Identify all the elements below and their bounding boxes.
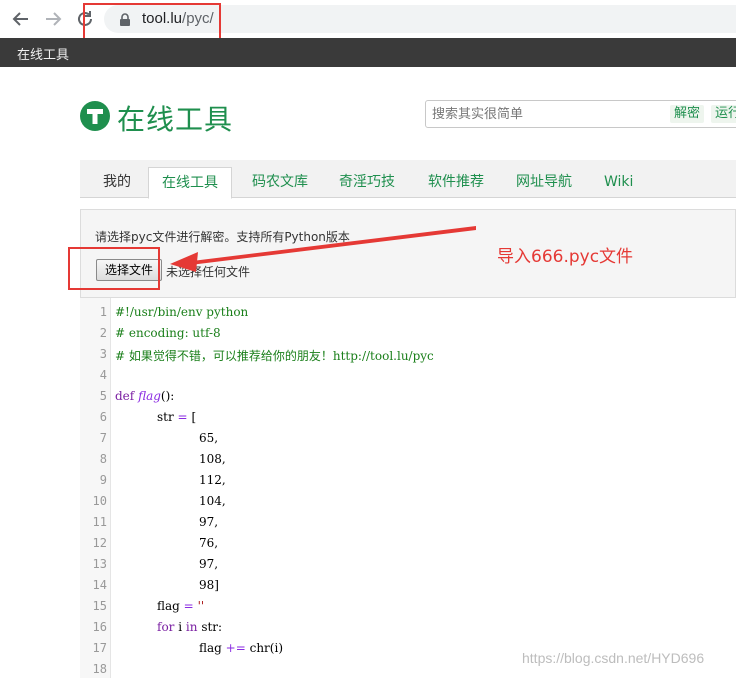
code-operator: =	[183, 599, 194, 613]
code-function-name: flag	[138, 389, 161, 403]
code-line: 76,	[199, 536, 219, 550]
code-keyword: in	[185, 620, 198, 634]
line-number: 8	[99, 452, 107, 466]
code-keyword: def	[115, 389, 135, 403]
code-variable: i	[178, 620, 183, 634]
code-line: # 如果觉得不错，可以推荐给你的朋友！http://tool.lu/pyc	[115, 349, 434, 363]
code-text: ():	[160, 389, 175, 403]
code-line: flag = ''	[157, 599, 204, 613]
line-number: 12	[92, 536, 107, 550]
code-operator: +=	[225, 641, 246, 655]
line-number: 16	[92, 620, 107, 634]
annotation-text: 导入666.pyc文件	[497, 247, 634, 267]
code-text: str:	[201, 620, 223, 634]
line-number: 1	[99, 305, 107, 319]
code-line: #!/usr/bin/env python	[115, 305, 249, 319]
code-line: 112,	[199, 473, 226, 487]
code-keyword: for	[157, 620, 175, 634]
line-number: 18	[92, 662, 107, 676]
line-number: 4	[99, 368, 107, 382]
code-line: str = [	[157, 410, 196, 424]
code-variable: flag	[199, 641, 222, 655]
code-variable: flag	[157, 599, 180, 613]
code-text: [	[191, 410, 197, 424]
code-line: def flag():	[115, 389, 174, 403]
line-number: 7	[99, 431, 107, 445]
line-number: 6	[99, 410, 107, 424]
line-number: 5	[99, 389, 107, 403]
code-line: for i in str:	[157, 620, 222, 634]
code-text: chr(i)	[249, 641, 283, 655]
watermark: https://blog.csdn.net/HYD696	[522, 650, 705, 666]
line-number: 11	[92, 515, 107, 529]
code-line: # encoding: utf-8	[115, 326, 221, 340]
line-number: 17	[92, 641, 107, 655]
code-line: 97,	[199, 557, 219, 571]
line-number: 9	[99, 473, 107, 487]
line-number: 15	[92, 599, 107, 613]
line-number: 14	[92, 578, 107, 592]
code-operator: =	[177, 410, 188, 424]
code-line: 65,	[199, 431, 219, 445]
code-line: flag += chr(i)	[199, 641, 283, 655]
code-string: ''	[197, 599, 205, 613]
line-number: 10	[92, 494, 107, 508]
code-variable: str	[157, 410, 174, 424]
line-number: 3	[99, 347, 107, 361]
line-number: 13	[92, 557, 107, 571]
code-line: 104,	[199, 494, 226, 508]
code-line: 108,	[199, 452, 226, 466]
code-line: 97,	[199, 515, 219, 529]
line-number: 2	[99, 326, 107, 340]
code-line: 98]	[199, 578, 219, 592]
